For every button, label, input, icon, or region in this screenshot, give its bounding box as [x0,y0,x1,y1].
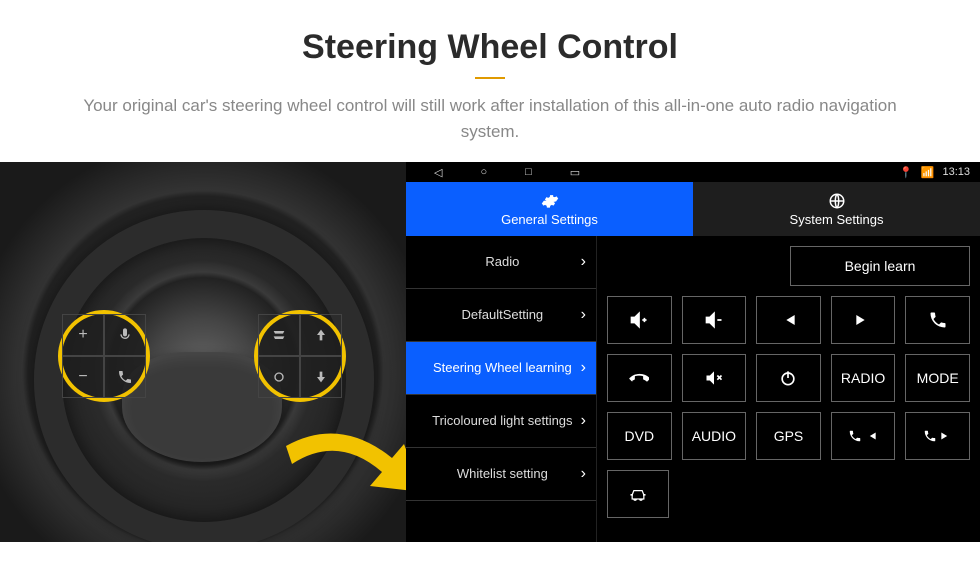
chevron-right-icon: › [581,464,586,483]
phone-icon [104,356,146,398]
nav-down-icon [300,356,342,398]
wheel-right-controls [254,310,346,402]
swc-phone-next-button[interactable] [905,412,970,460]
volume-down-icon: − [62,356,104,398]
menu-steering-wheel-learning[interactable]: Steering Wheel learning› [406,342,596,395]
globe-icon [828,192,846,210]
swc-car-button[interactable] [607,470,669,518]
car-icon [628,484,648,504]
clock: 13:13 [942,166,970,178]
wifi-status-icon: 📶 [921,166,935,179]
nav-up-icon [300,314,342,356]
chevron-right-icon: › [581,411,586,430]
swc-phone-prev-button[interactable] [831,412,896,460]
circle-icon [258,356,300,398]
volume-down-icon [704,310,724,330]
chevron-right-icon: › [581,252,586,271]
swc-audio-button[interactable]: AUDIO [682,412,747,460]
menu-radio[interactable]: Radio› [406,236,596,289]
swc-mode-button[interactable]: MODE [905,354,970,402]
volume-up-icon: + [62,314,104,356]
swc-volume-up-button[interactable] [607,296,672,344]
tab-general-settings[interactable]: General Settings [406,182,693,236]
mute-icon [704,368,724,388]
tab-general-label: General Settings [501,212,598,227]
phone-icon [923,429,937,443]
volume-up-icon [629,310,649,330]
gps-status-icon: 📍 [899,166,913,179]
back-icon[interactable]: ◁ [434,166,442,179]
swc-mute-button[interactable] [682,354,747,402]
next-icon [939,429,953,443]
page-title: Steering Wheel Control [60,28,920,67]
tab-system-settings[interactable]: System Settings [693,182,980,236]
phone-icon [848,429,862,443]
menu-tricoloured-light[interactable]: Tricoloured light settings› [406,395,596,448]
page-subtitle: Your original car's steering wheel contr… [60,93,920,144]
tab-system-label: System Settings [790,212,884,227]
swc-dvd-button[interactable]: DVD [607,412,672,460]
learn-slot-empty [607,246,780,286]
previous-icon [778,310,798,330]
swc-hangup-button[interactable] [607,354,672,402]
hangup-icon [629,368,649,388]
next-icon [853,310,873,330]
voice-icon [104,314,146,356]
gear-icon [541,192,559,210]
steering-wheel-photo: + − [0,162,406,542]
chevron-right-icon: › [581,358,586,377]
begin-learn-button[interactable]: Begin learn [790,246,970,286]
swc-next-track-button[interactable] [831,296,896,344]
wheel-left-controls: + − [58,310,150,402]
previous-icon [864,429,878,443]
source-icon [258,314,300,356]
swc-radio-button[interactable]: RADIO [831,354,896,402]
head-unit-screen: ◁ ○ □ ▭ 📍 📶 13:13 General Settings Syste… [406,162,980,542]
swc-power-button[interactable] [756,354,821,402]
chevron-right-icon: › [581,305,586,324]
power-icon [778,368,798,388]
swc-volume-down-button[interactable] [682,296,747,344]
phone-icon [928,310,948,330]
menu-default-setting[interactable]: DefaultSetting› [406,289,596,342]
android-statusbar: ◁ ○ □ ▭ 📍 📶 13:13 [406,162,980,182]
home-icon[interactable]: ○ [480,166,487,179]
swc-prev-track-button[interactable] [756,296,821,344]
swc-gps-button[interactable]: GPS [756,412,821,460]
screenshot-icon[interactable]: ▭ [570,166,580,179]
menu-whitelist-setting[interactable]: Whitelist setting› [406,448,596,501]
title-divider [475,77,505,79]
swc-answer-button[interactable] [905,296,970,344]
recent-icon[interactable]: □ [525,166,532,179]
